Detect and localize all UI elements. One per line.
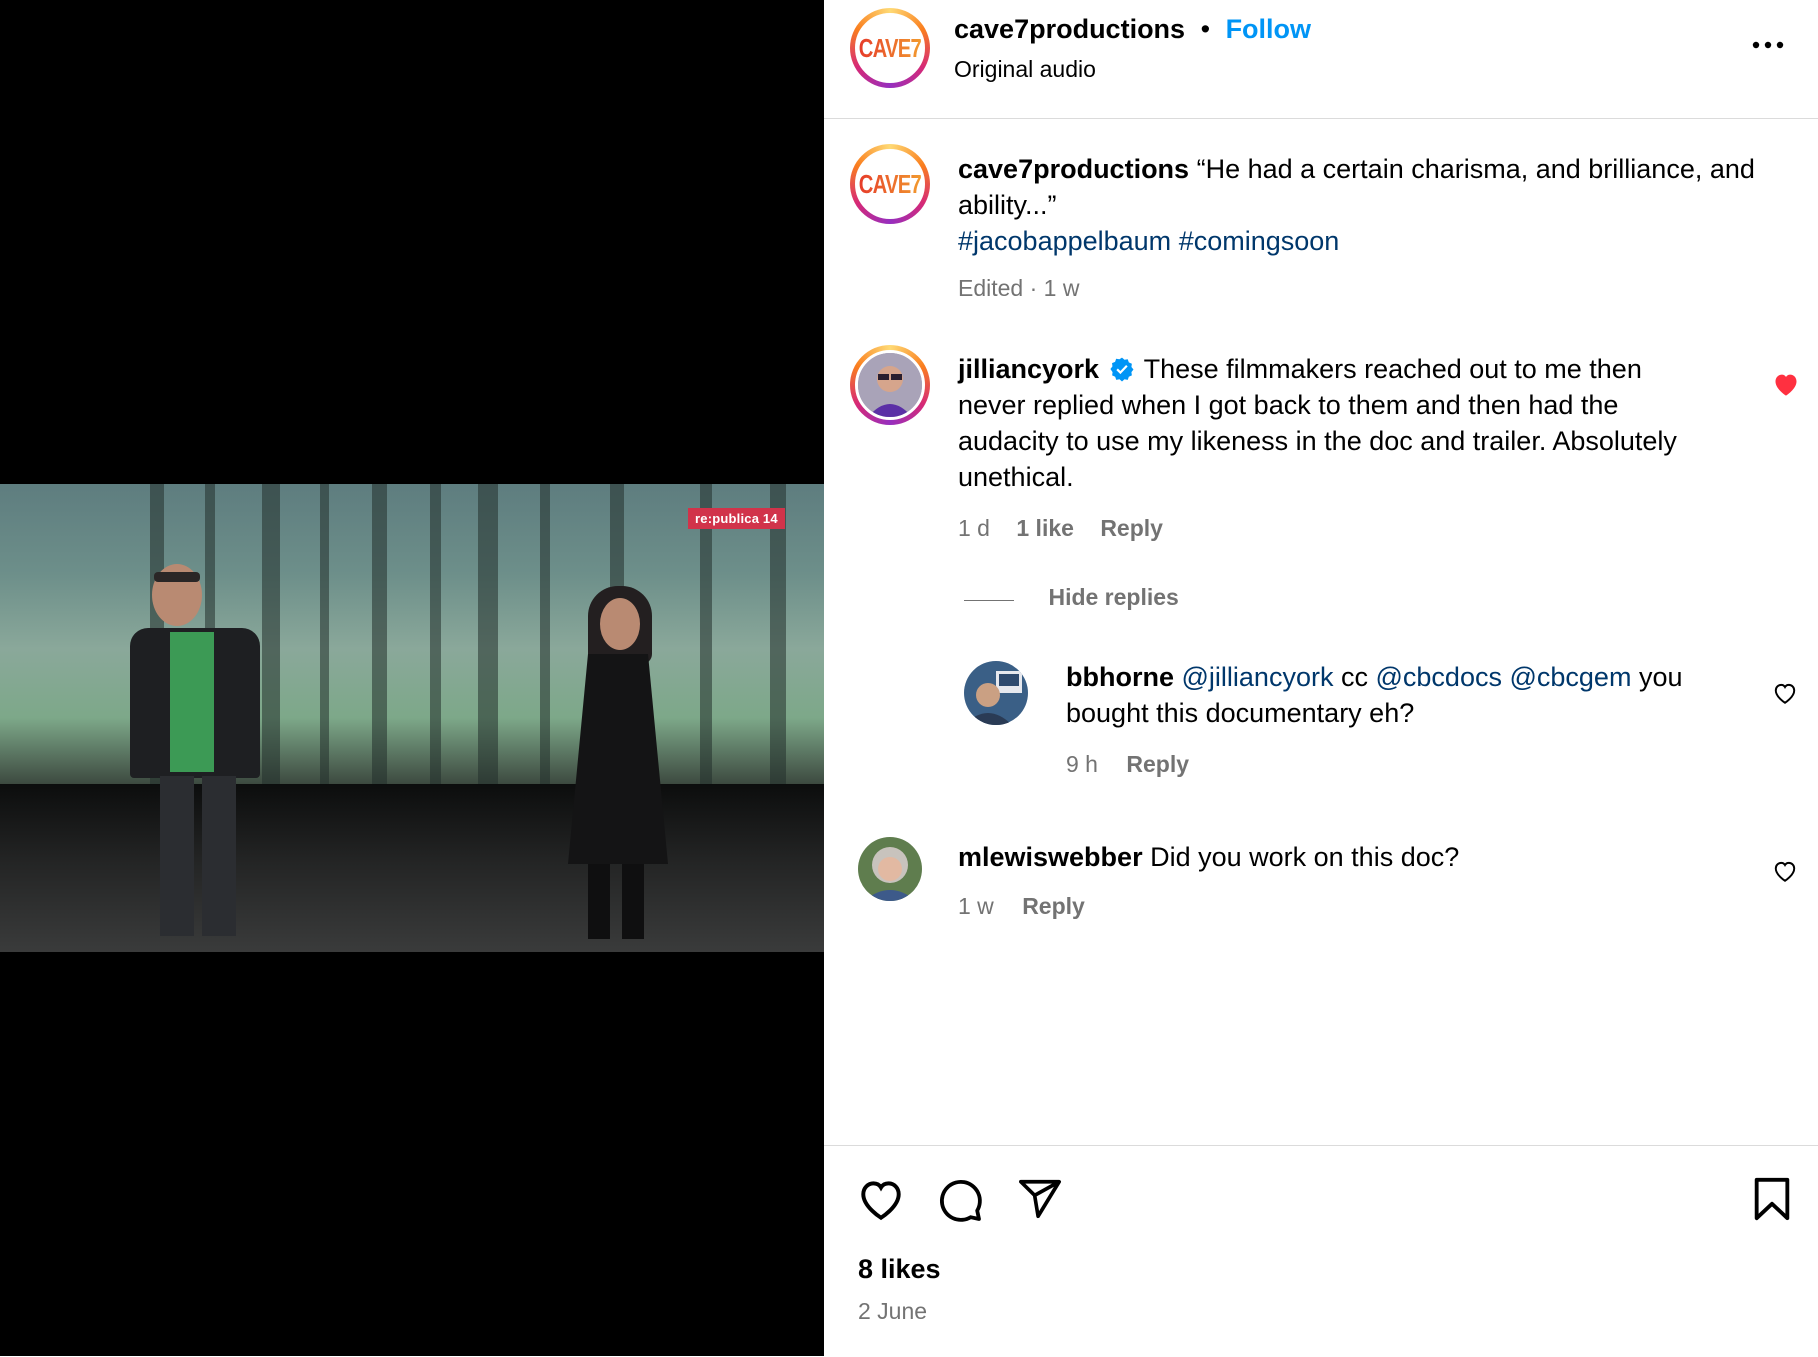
speaker-left	[130, 554, 270, 944]
comment-like-button[interactable]	[1772, 371, 1800, 402]
comment-meta: 1 w Reply	[958, 893, 1085, 920]
comments-list[interactable]: CAVE7 cave7productions “He had a certain…	[824, 119, 1818, 1143]
stage-projection-screen	[0, 484, 824, 784]
audio-label[interactable]: Original audio	[954, 56, 1096, 83]
more-icon	[1752, 41, 1784, 49]
reply-reply-button[interactable]: Reply	[1126, 751, 1189, 777]
reply-text-cc: cc	[1340, 662, 1368, 692]
comment-text: Did you work on this doc?	[1150, 842, 1460, 872]
share-icon	[1019, 1179, 1061, 1219]
comment-meta: 1 d 1 like Reply	[958, 515, 1163, 542]
heart-outline-icon	[1774, 683, 1796, 704]
reply-body: bbhorne @jilliancyork cc @cbcdocs @cbcge…	[1066, 659, 1726, 731]
avatar-photo	[858, 837, 922, 901]
like-button[interactable]	[856, 1176, 906, 1227]
comment-reply-button[interactable]: Reply	[1022, 893, 1085, 919]
comment-icon	[940, 1180, 982, 1222]
cave7-logo: CAVE7	[858, 32, 922, 63]
avatar-photo	[858, 353, 922, 417]
comment-reply-button[interactable]: Reply	[1100, 515, 1163, 541]
heart-icon	[1775, 374, 1797, 396]
avatar-photo	[964, 661, 1028, 725]
verified-icon	[1110, 357, 1134, 382]
hide-replies-label: Hide replies	[1048, 584, 1179, 610]
hide-replies-toggle[interactable]: Hide replies	[964, 584, 1179, 611]
comment-body: jilliancyork These filmmakers reached ou…	[958, 351, 1698, 495]
separator-dot: •	[1200, 14, 1211, 44]
comment-body: mlewiswebber Did you work on this doc?	[958, 839, 1698, 875]
comment-username[interactable]: mlewiswebber	[958, 842, 1143, 872]
reply-author-avatar[interactable]	[964, 661, 1028, 725]
post-side-panel: CAVE7 cave7productions • Follow Original…	[824, 0, 1818, 1356]
hashtag-link[interactable]: #comingsoon	[1179, 226, 1340, 256]
mention-link[interactable]: @jilliancyork	[1182, 662, 1334, 692]
follow-button[interactable]: Follow	[1226, 14, 1311, 44]
more-options-button[interactable]	[1748, 30, 1788, 60]
speaker-right	[560, 584, 680, 944]
comment-likes[interactable]: 1 like	[1016, 515, 1074, 541]
reply-username[interactable]: bbhorne	[1066, 662, 1174, 692]
video-frame[interactable]: re:publica 14	[0, 484, 824, 952]
mention-link[interactable]: @cbcdocs	[1376, 662, 1502, 692]
likes-count[interactable]: 8 likes	[858, 1254, 941, 1285]
mention-link[interactable]: @cbcgem	[1509, 662, 1631, 692]
comment-time[interactable]: 1 w	[958, 893, 994, 919]
comment-time[interactable]: 1 d	[958, 515, 990, 541]
comment-like-button[interactable]	[1772, 859, 1798, 888]
post-actions-bar: 8 likes 2 June	[824, 1145, 1818, 1357]
reply-time[interactable]: 9 h	[1066, 751, 1098, 777]
caption-author-avatar[interactable]: CAVE7	[850, 144, 930, 224]
save-button[interactable]	[1752, 1176, 1792, 1227]
hashtag-link[interactable]: #jacobappelbaum	[958, 226, 1171, 256]
stage-floor	[0, 784, 824, 952]
reply-like-button[interactable]	[1772, 681, 1798, 710]
caption-meta: Edited · 1 w	[958, 275, 1080, 301]
heart-icon	[861, 1181, 901, 1221]
share-button[interactable]	[1016, 1176, 1064, 1227]
post-date[interactable]: 2 June	[858, 1298, 927, 1325]
cave7-logo: CAVE7	[858, 168, 922, 199]
bookmark-icon	[1754, 1177, 1790, 1221]
reply-meta: 9 h Reply	[1066, 751, 1189, 778]
comment-username[interactable]: jilliancyork	[958, 354, 1099, 384]
comment-button[interactable]	[936, 1176, 984, 1229]
commenter-avatar[interactable]	[850, 345, 930, 425]
conference-logo: re:publica 14	[688, 508, 785, 529]
author-avatar[interactable]: CAVE7	[850, 8, 930, 88]
post-header: CAVE7 cave7productions • Follow Original…	[824, 0, 1818, 119]
caption-username[interactable]: cave7productions	[958, 154, 1189, 184]
heart-outline-icon	[1774, 861, 1796, 882]
commenter-avatar[interactable]	[858, 837, 922, 901]
post-video[interactable]: re:publica 14	[0, 0, 824, 1356]
author-username[interactable]: cave7productions	[954, 14, 1185, 44]
post-caption: cave7productions “He had a certain chari…	[958, 151, 1778, 259]
